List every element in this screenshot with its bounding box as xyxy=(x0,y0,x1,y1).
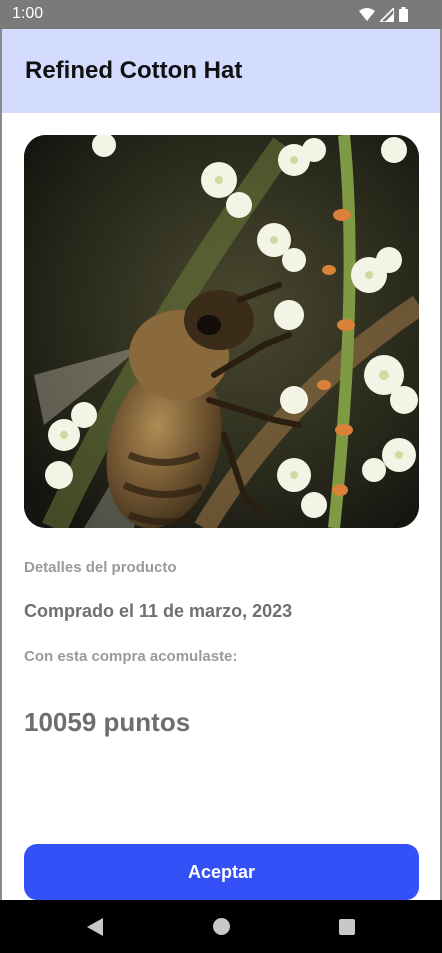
status-bar: 1:00 xyxy=(0,0,442,29)
battery-icon xyxy=(399,7,408,22)
recents-button[interactable] xyxy=(322,900,372,953)
cell-signal-icon xyxy=(380,7,394,22)
bee-flower-illustration xyxy=(24,135,419,528)
recents-icon xyxy=(339,918,355,935)
system-navigation-bar xyxy=(0,900,442,953)
home-icon xyxy=(212,918,230,935)
status-time: 1:00 xyxy=(12,5,44,22)
home-button[interactable] xyxy=(196,900,246,953)
window-frame-left xyxy=(0,29,2,900)
status-icons xyxy=(359,7,408,22)
back-button[interactable] xyxy=(70,900,120,953)
purchase-date: Comprado el 11 de marzo, 2023 xyxy=(24,601,293,621)
app-bar: Refined Cotton Hat xyxy=(2,29,440,113)
wifi-icon xyxy=(359,8,375,21)
product-details-label: Detalles del producto xyxy=(24,559,177,576)
points-accumulated-label: Con esta compra acomulaste: xyxy=(24,648,238,665)
points-value: 10059 puntos xyxy=(24,707,191,737)
accept-button[interactable]: Aceptar xyxy=(24,844,419,900)
product-image xyxy=(24,135,419,528)
back-icon xyxy=(87,917,103,936)
page-title: Refined Cotton Hat xyxy=(25,57,243,84)
